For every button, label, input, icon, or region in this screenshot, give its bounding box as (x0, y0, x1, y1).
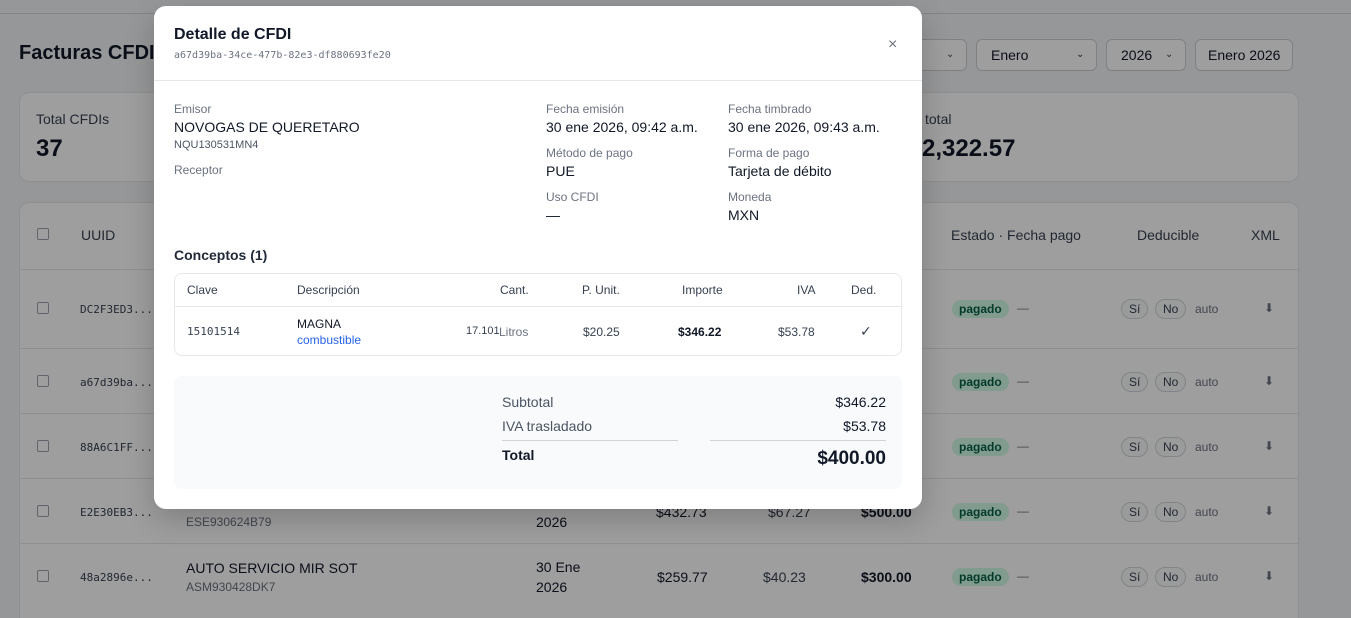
col-clave: Clave (187, 283, 218, 297)
modal-title: Detalle de CFDI (174, 26, 292, 43)
conceptos-title: Conceptos (1) (174, 247, 268, 263)
col-iva: IVA (797, 283, 816, 297)
concepto-cantidad: 17.101 (466, 325, 500, 337)
concepto-iva: $53.78 (778, 325, 815, 339)
total-label: Total (502, 447, 535, 463)
modal-divider (154, 80, 922, 81)
conceptos-header-row: Clave Descripción Cant. P. Unit. Importe… (175, 274, 901, 307)
col-ded: Ded. (851, 283, 877, 297)
emisor-rfc: NQU130531MN4 (174, 139, 259, 151)
col-importe: Importe (682, 283, 723, 297)
forma-pago: Tarjeta de débito (728, 163, 832, 179)
totals-panel: Subtotal $346.22 IVA trasladado $53.78 T… (174, 376, 902, 489)
close-icon[interactable]: × (888, 36, 897, 54)
conceptos-table: Clave Descripción Cant. P. Unit. Importe… (174, 273, 902, 356)
receptor-label: Receptor (174, 163, 223, 177)
subtotal-label: Subtotal (502, 394, 554, 410)
metodo-pago-label: Método de pago (546, 146, 633, 160)
fecha-timbrado-label: Fecha timbrado (728, 102, 812, 116)
concepto-descripcion: MAGNA (297, 317, 342, 331)
moneda-label: Moneda (728, 190, 772, 204)
col-cant: Cant. (500, 283, 529, 297)
totals-divider (502, 440, 678, 441)
concepto-clave: 15101514 (187, 325, 240, 338)
cfdi-detail-modal: Detalle de CFDI a67d39ba-34ce-477b-82e3-… (154, 6, 922, 509)
concepto-punit: $20.25 (583, 325, 620, 339)
fecha-timbrado: 30 ene 2026, 09:43 a.m. (728, 119, 880, 135)
concepto-tipo: combustible (297, 333, 362, 347)
totals-divider (710, 440, 886, 441)
emisor-label: Emisor (174, 102, 212, 116)
iva-value: $53.78 (843, 418, 886, 434)
concepto-unidad: Litros (499, 325, 529, 339)
uso-cfdi: — (546, 207, 560, 223)
col-punit: P. Unit. (582, 283, 620, 297)
fecha-emision-label: Fecha emisión (546, 102, 625, 116)
moneda: MXN (728, 207, 760, 223)
fecha-emision: 30 ene 2026, 09:42 a.m. (546, 119, 698, 135)
col-descripcion: Descripción (297, 283, 360, 297)
total-value: $400.00 (817, 448, 886, 469)
iva-label: IVA trasladado (502, 418, 593, 434)
modal-uuid: a67d39ba-34ce-477b-82e3-df880693fe20 (174, 50, 391, 61)
concepto-importe: $346.22 (678, 325, 722, 339)
forma-pago-label: Forma de pago (728, 146, 810, 160)
check-icon: ✓ (860, 323, 872, 339)
uso-cfdi-label: Uso CFDI (546, 190, 599, 204)
subtotal-value: $346.22 (835, 394, 886, 410)
emisor-name: NOVOGAS DE QUERETARO (174, 119, 360, 135)
metodo-pago: PUE (546, 163, 575, 179)
